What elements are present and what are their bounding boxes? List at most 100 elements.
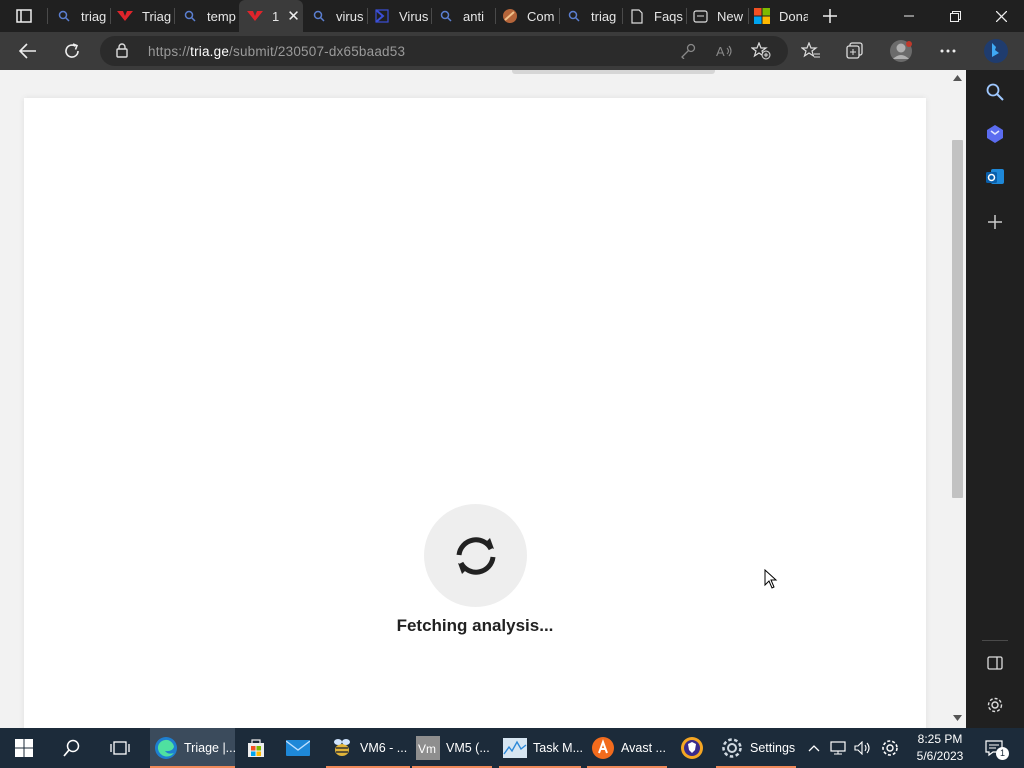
- bing-icon: [984, 39, 1008, 63]
- tab-active-triage[interactable]: 1 ✕: [239, 0, 303, 32]
- tab-title: Virus: [399, 8, 428, 24]
- virustotal-icon: [374, 8, 390, 24]
- mouse-cursor-icon: [764, 569, 778, 589]
- tab-triage-search[interactable]: triage: [56, 0, 106, 32]
- store-icon: [244, 736, 268, 760]
- refresh-icon: [65, 43, 79, 58]
- header-fragment: [512, 70, 715, 74]
- vmware-icon: Vm: [416, 736, 440, 760]
- collections-icon: [846, 42, 863, 59]
- url-text[interactable]: https://tria.ge/submit/230507-dx65baad53: [148, 44, 405, 59]
- search-icon: [566, 8, 582, 24]
- triage-logo-icon: [117, 8, 133, 24]
- hide-sidebar-button[interactable]: [983, 651, 1007, 675]
- profile-button[interactable]: [887, 37, 915, 65]
- edge-icon: [154, 736, 178, 760]
- volume-tray[interactable]: [852, 728, 874, 768]
- collections-button[interactable]: [841, 37, 869, 65]
- taskbar-vm5[interactable]: Vm VM5 (...: [412, 728, 492, 768]
- mail-icon: [286, 736, 310, 760]
- search-icon: [56, 8, 72, 24]
- status-text: Fetching analysis...: [396, 616, 554, 635]
- favorites-button[interactable]: [797, 37, 825, 65]
- taskbar-search-button[interactable]: [48, 728, 96, 768]
- tab-com[interactable]: Com: [502, 0, 556, 32]
- tab-virustotal[interactable]: Virus: [374, 0, 428, 32]
- start-button[interactable]: [0, 728, 48, 768]
- sidebar-settings-button[interactable]: [983, 693, 1007, 717]
- taskbar-edge[interactable]: Triage |...: [150, 728, 237, 768]
- scrollbar-thumb[interactable]: [952, 140, 963, 498]
- tab-title: virus: [336, 8, 363, 24]
- taskbar-settings[interactable]: Settings: [716, 728, 796, 768]
- taskbar-task-manager[interactable]: Task M...: [499, 728, 583, 768]
- shield-badge-icon: [680, 736, 704, 760]
- taskbar-avast[interactable]: Avast ...: [587, 728, 667, 768]
- tab-faqs[interactable]: Faqs: [629, 0, 683, 32]
- svg-text:A: A: [716, 44, 725, 59]
- tab-title: Triage: [142, 8, 171, 24]
- tab-title: triage: [81, 8, 106, 24]
- taskbar-vm6[interactable]: VM6 - ...: [326, 728, 410, 768]
- sidebar-copilot-button[interactable]: [983, 122, 1007, 146]
- show-hidden-icons-button[interactable]: [804, 728, 824, 768]
- address-bar[interactable]: https://tria.ge/submit/230507-dx65baad53…: [100, 36, 788, 66]
- scroll-up-arrow-icon[interactable]: [953, 74, 962, 82]
- orange-circle-icon: [502, 8, 518, 24]
- tab-new[interactable]: New: [692, 0, 744, 32]
- more-icon: [940, 49, 956, 53]
- taskbar-mail[interactable]: [282, 728, 314, 768]
- key-icon[interactable]: [678, 42, 698, 60]
- edge-sidebar: [966, 70, 1024, 728]
- tab-anti-search[interactable]: anti: [438, 0, 490, 32]
- plus-icon: [823, 9, 837, 23]
- back-button[interactable]: [14, 37, 42, 65]
- close-window-button[interactable]: [978, 0, 1024, 32]
- sidebar-add-button[interactable]: [983, 210, 1007, 234]
- scrollbar[interactable]: [949, 70, 966, 728]
- tab-title: anti: [463, 8, 484, 24]
- tab-virus-search[interactable]: virus: [311, 0, 363, 32]
- taskbar-store[interactable]: [240, 728, 272, 768]
- browser-toolbar: https://tria.ge/submit/230507-dx65baad53…: [0, 32, 1024, 70]
- taskbar-item-label: VM5 (...: [446, 741, 490, 755]
- sidebar-toggle-icon: [987, 656, 1003, 670]
- new-tab-button[interactable]: [818, 4, 842, 28]
- close-icon: [995, 10, 1007, 22]
- system-clock[interactable]: 8:25 PM 5/6/2023: [906, 731, 974, 765]
- tab-triage[interactable]: Triage: [117, 0, 171, 32]
- search-icon: [438, 8, 454, 24]
- sync-icon: [456, 536, 495, 575]
- close-tab-icon[interactable]: ✕: [287, 7, 300, 25]
- task-view-button[interactable]: [96, 728, 144, 768]
- tab-title: New: [717, 8, 744, 24]
- minimize-button[interactable]: [886, 0, 932, 32]
- avatar-icon: [890, 40, 912, 62]
- read-aloud-icon[interactable]: A: [714, 42, 734, 60]
- taskbar-item-label: Triage |...: [184, 741, 237, 755]
- svg-text:Vm: Vm: [418, 742, 436, 756]
- notifications-button[interactable]: 1: [982, 728, 1009, 768]
- sidebar-outlook-button[interactable]: [983, 165, 1007, 189]
- tab-title: Com: [527, 8, 555, 24]
- sidebar-search-button[interactable]: [983, 80, 1007, 104]
- settings-tray[interactable]: [879, 728, 901, 768]
- gear-icon: [987, 697, 1003, 713]
- tab-actions-button[interactable]: [10, 6, 38, 26]
- tab-temp[interactable]: temp: [182, 0, 236, 32]
- page-content: Fetching analysis...: [0, 70, 966, 728]
- scroll-down-arrow-icon[interactable]: [953, 714, 962, 722]
- tab-actions-icon: [16, 9, 32, 23]
- settings-more-button[interactable]: [934, 37, 962, 65]
- task-manager-icon: [503, 736, 527, 760]
- taskbar-shield-app[interactable]: [676, 728, 708, 768]
- loading-spinner: [424, 504, 527, 607]
- search-icon: [311, 8, 327, 24]
- refresh-button[interactable]: [58, 37, 86, 65]
- network-tray[interactable]: [828, 728, 850, 768]
- add-favorite-icon[interactable]: [751, 42, 771, 60]
- tab-dona[interactable]: Dona: [754, 0, 808, 32]
- tab-triag-search[interactable]: triag: [566, 0, 618, 32]
- bing-chat-button[interactable]: [980, 35, 1012, 67]
- restore-button[interactable]: [932, 0, 978, 32]
